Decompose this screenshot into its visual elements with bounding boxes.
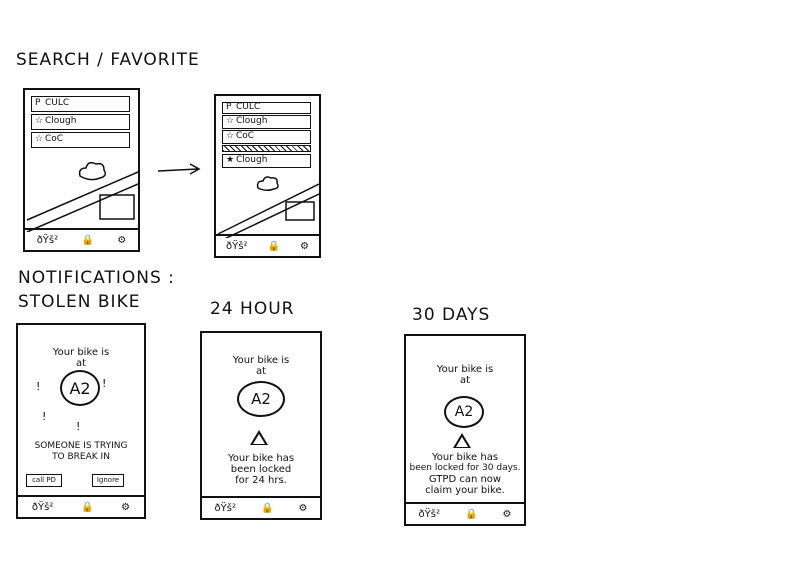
divider [222, 145, 311, 152]
favorite-row[interactable]: ☆ CoC [222, 130, 311, 144]
bottom-nav: ðŸš² 🔒 ⚙ [25, 228, 138, 250]
row-label: CULC [236, 102, 261, 112]
warning-icon-inner [253, 434, 265, 444]
heading-notifications: NOTIFICATIONS : [18, 268, 175, 288]
bottom-nav: ðŸš² 🔒 ⚙ [202, 496, 320, 518]
bike-icon[interactable]: ðŸš² [215, 503, 236, 514]
star-filled-icon: ★ [226, 155, 235, 165]
phone-stolen-bike: Your bike is at A2 ! ! ! ! SOMEONE IS TR… [16, 323, 146, 519]
alert-text-2: TO BREAK IN [52, 452, 110, 462]
map-area[interactable] [216, 170, 319, 238]
lock-icon[interactable]: 🔒 [261, 503, 273, 514]
alert-mark: ! [102, 377, 107, 390]
arrow-icon [157, 163, 201, 175]
star-outline-icon: ☆ [226, 116, 235, 126]
locked-message-2: been locked [230, 464, 292, 475]
rack-badge: A2 [60, 370, 100, 406]
phone-search-after: P CULC ☆ Clough ☆ CoC ★ Clough ðŸš² 🔒 ⚙ [214, 94, 321, 258]
locked-message-1: Your bike has [227, 453, 295, 464]
star-outline-icon: ☆ [226, 131, 235, 141]
heading-search-favorite: SEARCH / FAVORITE [16, 50, 200, 70]
bike-icon[interactable]: ðŸš² [32, 502, 53, 513]
settings-icon[interactable]: ⚙ [121, 502, 130, 513]
alert-text-1: SOMEONE IS TRYING [34, 441, 128, 451]
locked-message-3: GTPD can now [428, 474, 502, 485]
bottom-nav: ðŸš² 🔒 ⚙ [406, 502, 524, 524]
favorite-row[interactable]: ☆ Clough [31, 114, 130, 130]
locked-message-2: been locked for 30 days. [409, 463, 521, 473]
bike-icon[interactable]: ðŸš² [226, 241, 247, 252]
bike-location-at: at [75, 358, 87, 369]
warning-icon-inner [456, 437, 468, 447]
ignore-button[interactable]: Ignore [92, 474, 124, 487]
locked-message-4: claim your bike. [425, 485, 505, 496]
lock-icon[interactable]: 🔒 [268, 241, 280, 252]
settings-icon[interactable]: ⚙ [502, 509, 511, 520]
settings-icon[interactable]: ⚙ [300, 241, 309, 252]
row-label: Clough [236, 116, 268, 126]
rack-badge: A2 [237, 381, 285, 417]
row-label: CULC [45, 98, 70, 108]
alert-mark: ! [42, 410, 47, 423]
rack-label: A2 [454, 404, 474, 420]
bike-location-text: Your bike is [232, 355, 290, 366]
star-outline-icon: ☆ [35, 116, 44, 126]
lock-icon[interactable]: 🔒 [82, 235, 94, 246]
bike-icon[interactable]: ðŸš² [419, 509, 440, 520]
bottom-nav: ðŸš² 🔒 ⚙ [216, 234, 319, 256]
parking-icon: P [226, 102, 232, 112]
map-area[interactable] [25, 152, 138, 232]
favorite-row-new[interactable]: ★ Clough [222, 154, 311, 168]
bottom-nav: ðŸš² 🔒 ⚙ [18, 495, 144, 517]
lock-icon[interactable]: 🔒 [465, 509, 477, 520]
row-label: Clough [45, 116, 77, 126]
heading-30-days: 30 DAYS [412, 305, 491, 325]
settings-icon[interactable]: ⚙ [117, 235, 126, 246]
bike-location-at: at [255, 366, 267, 377]
alert-mark: ! [36, 380, 41, 393]
heading-stolen-bike: STOLEN BIKE [18, 292, 141, 312]
search-row[interactable]: P CULC [222, 102, 311, 114]
phone-30-days: Your bike is at A2 Your bike has been lo… [404, 334, 526, 526]
call-police-button[interactable]: call PD [26, 474, 62, 487]
bike-location-text: Your bike is [52, 347, 110, 358]
settings-icon[interactable]: ⚙ [298, 503, 307, 514]
star-outline-icon: ☆ [35, 134, 44, 144]
rack-label: A2 [251, 390, 271, 408]
phone-24-hour: Your bike is at A2 Your bike has been lo… [200, 331, 322, 520]
search-row[interactable]: P CULC [31, 96, 130, 112]
phone-search-before: P CULC ☆ Clough ☆ CoC ðŸš² 🔒 ⚙ [23, 88, 140, 252]
row-label: Clough [236, 155, 268, 165]
bike-location-at: at [459, 375, 471, 386]
locked-message-1: Your bike has [431, 452, 499, 463]
rack-label: A2 [69, 378, 91, 398]
lock-icon[interactable]: 🔒 [81, 502, 93, 513]
alert-mark: ! [76, 420, 81, 433]
row-label: CoC [236, 131, 255, 141]
row-label: CoC [45, 134, 64, 144]
bike-icon[interactable]: ðŸš² [37, 235, 58, 246]
locked-message-3: for 24 hrs. [235, 475, 287, 486]
parking-icon: P [35, 98, 41, 108]
favorite-row[interactable]: ☆ CoC [31, 132, 130, 148]
heading-24-hour: 24 HOUR [210, 299, 295, 319]
bike-location-text: Your bike is [436, 364, 494, 375]
rack-badge: A2 [444, 396, 484, 428]
favorite-row[interactable]: ☆ Clough [222, 115, 311, 129]
